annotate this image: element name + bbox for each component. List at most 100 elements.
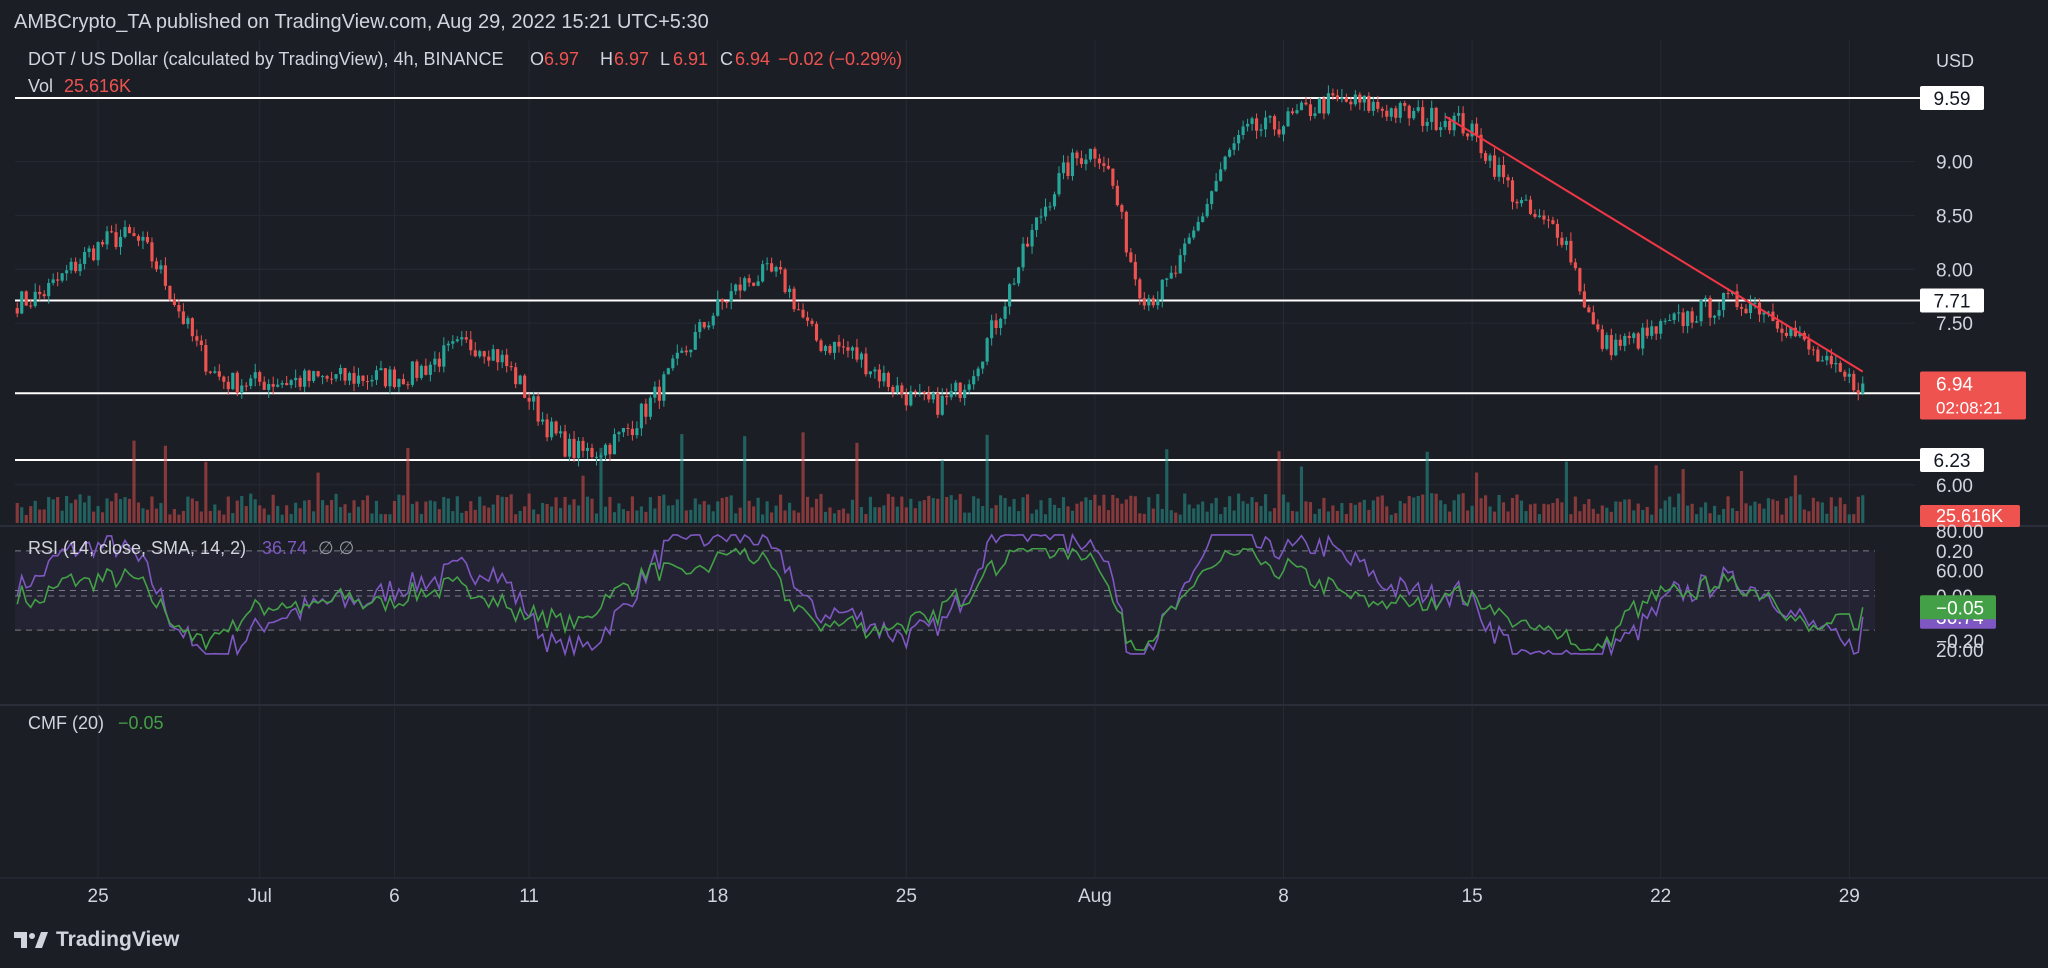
candle-body: [136, 236, 141, 241]
candle-body: [442, 345, 446, 367]
volume-bar: [163, 445, 167, 523]
time-tick-label: 29: [1839, 886, 1860, 907]
volume-bar: [249, 493, 253, 523]
candle-body: [244, 385, 248, 387]
candle-body: [464, 337, 468, 340]
volume-bar: [1739, 471, 1744, 523]
candle-body: [1263, 117, 1268, 130]
candle-body: [653, 386, 657, 398]
volume-bar: [136, 502, 141, 523]
candle-body: [298, 377, 302, 387]
time-tick-label: 11: [519, 886, 539, 907]
chart-area[interactable]: 9.008.508.007.506.009.597.716.856.236.94…: [0, 40, 2048, 914]
candle-body: [51, 279, 55, 284]
candle-body: [527, 397, 531, 402]
volume-bar: [680, 434, 684, 523]
candle-body: [1861, 383, 1865, 394]
volume-bar: [83, 502, 87, 523]
candle-body: [168, 285, 172, 300]
candle-body: [1600, 329, 1604, 349]
volume-bar: [1677, 493, 1681, 523]
volume-bar: [1142, 513, 1146, 523]
candle-body: [1605, 335, 1609, 349]
candle-body: [1587, 307, 1591, 313]
candle-body: [832, 341, 837, 353]
volume-bar: [1317, 508, 1322, 523]
volume-bar: [47, 496, 51, 523]
candle-body: [258, 372, 262, 382]
volume-bar: [415, 501, 419, 523]
candle-body: [1501, 164, 1506, 178]
volume-bar: [1349, 503, 1353, 523]
volume-bar: [1452, 500, 1456, 523]
candle-body: [1290, 111, 1295, 114]
volume-bar: [244, 506, 248, 523]
volume-bar: [1654, 465, 1658, 523]
volume-bar: [1088, 499, 1092, 523]
candle-body: [1708, 297, 1712, 318]
candle-body: [1816, 349, 1820, 362]
volume-bar: [608, 496, 612, 523]
candle-body: [1093, 148, 1097, 159]
volume-bar: [1704, 502, 1708, 523]
volume-bar: [756, 497, 760, 523]
candle-body: [1686, 311, 1690, 327]
volume-bar: [316, 472, 320, 523]
candle-body: [1434, 107, 1438, 131]
candle-body: [1542, 215, 1546, 220]
volume-bar: [356, 506, 361, 523]
volume-bar: [1695, 514, 1699, 523]
candle-body: [541, 419, 545, 422]
candle-body: [1097, 158, 1101, 164]
candle-body: [150, 242, 154, 262]
candle-body: [1461, 113, 1465, 134]
volume-bar: [617, 503, 621, 523]
candle-body: [729, 291, 733, 302]
volume-bar: [235, 500, 239, 523]
candle-body: [1138, 279, 1142, 299]
candle-body: [761, 264, 765, 282]
candle-body: [1237, 135, 1241, 144]
candle-body: [801, 309, 805, 318]
volume-bar: [69, 503, 73, 523]
volume-bar: [855, 442, 859, 523]
candle-body: [1775, 320, 1780, 329]
volume-bar: [401, 495, 405, 523]
volume-bar: [1668, 496, 1672, 523]
volume-bar: [1587, 499, 1591, 523]
volume-bar: [491, 504, 495, 523]
candle-body: [1614, 339, 1618, 356]
volume-bar: [1012, 498, 1016, 523]
candle-body: [455, 339, 459, 342]
candle-body: [1811, 349, 1815, 351]
volume-value: 25.616K: [64, 76, 131, 96]
candle-body: [707, 325, 711, 328]
volume-bar: [1335, 510, 1339, 523]
candle-body: [154, 261, 159, 270]
candle-body: [401, 379, 405, 385]
candle-body: [1165, 278, 1169, 280]
candle-body: [1048, 206, 1052, 208]
volume-bar: [895, 506, 899, 523]
candle-body: [1641, 327, 1645, 349]
candle-body: [1308, 104, 1313, 116]
volume-bar: [1645, 506, 1649, 523]
candle-body: [976, 368, 980, 377]
volume-bar: [1079, 501, 1084, 523]
candle-body: [100, 242, 105, 245]
chart-svg[interactable]: 9.008.508.007.506.009.597.716.856.236.94…: [0, 40, 2048, 914]
candle-body: [365, 381, 370, 383]
tradingview-logo[interactable]: TradingView: [14, 928, 179, 952]
candle-body: [141, 236, 145, 241]
volume-bar: [1385, 506, 1389, 523]
volume-bar: [1084, 497, 1088, 523]
volume-bar: [1106, 510, 1110, 523]
volume-bar: [226, 496, 230, 523]
volume-bar: [904, 507, 908, 523]
volume-bar: [711, 511, 715, 523]
volume-bar: [74, 499, 78, 523]
candle-body: [1317, 98, 1322, 114]
candle-body: [1524, 199, 1528, 201]
volume-bar: [1210, 503, 1214, 523]
candle-body: [949, 391, 953, 398]
